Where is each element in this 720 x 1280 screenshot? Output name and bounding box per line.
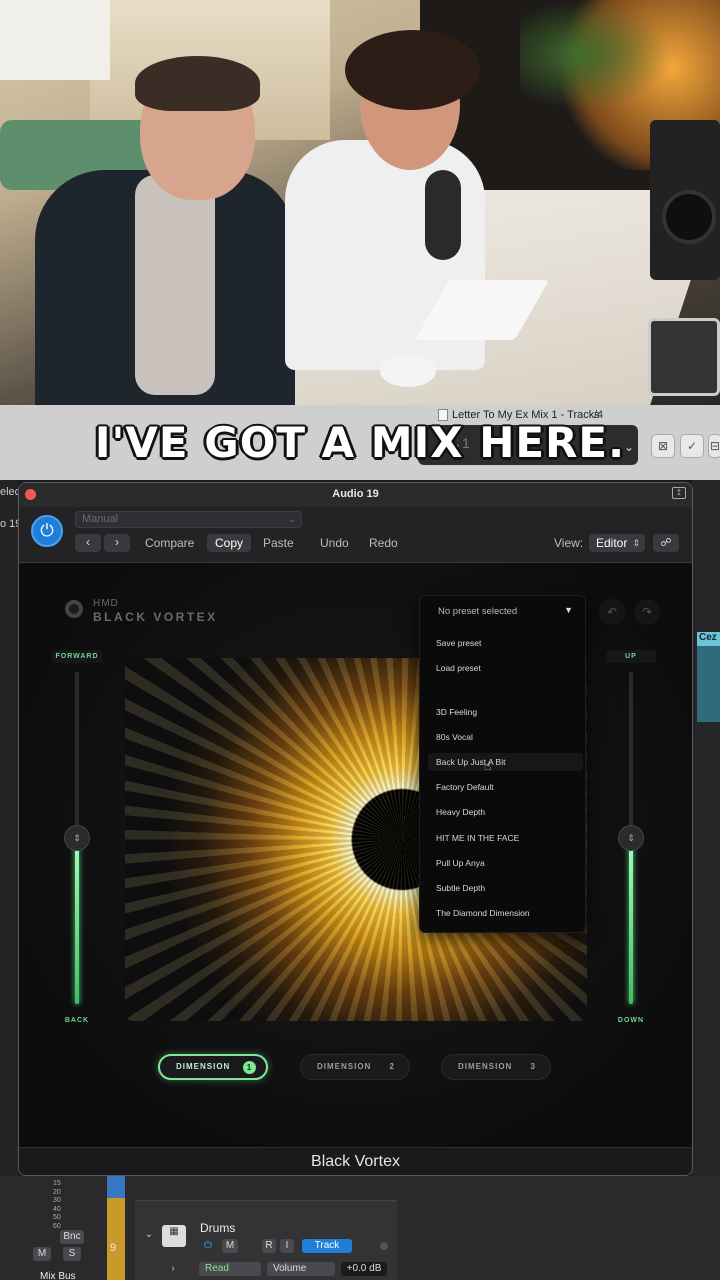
redo-button[interactable]: Redo <box>361 534 406 552</box>
view-select-value: Editor <box>596 536 628 550</box>
paste-button[interactable]: Paste <box>255 534 302 552</box>
preset-menu-item[interactable]: Heavy Depth <box>436 807 485 817</box>
video-caption: I'VE GOT A MIX HERE. <box>93 417 626 469</box>
automation-parameter-select[interactable]: Volume <box>267 1262 335 1276</box>
preset-menu-action[interactable]: Save preset <box>436 638 481 648</box>
preset-select-value: Manual <box>82 513 119 525</box>
meter-scale-tick: 15 <box>53 1180 61 1187</box>
drum-kit-icon[interactable]: ▦ <box>162 1225 186 1247</box>
video-tablet <box>648 318 720 396</box>
dimension-number: 3 <box>530 1062 536 1071</box>
volume-value[interactable]: +0.0 dB <box>341 1262 387 1276</box>
expand-chevron-icon[interactable]: › <box>168 1262 178 1276</box>
preset-menu-item[interactable]: 3D Feeling <box>436 707 477 717</box>
chevron-down-icon: ⌄ <box>288 514 296 524</box>
meter-scale-tick: 20 <box>53 1188 61 1196</box>
preset-dropdown-menu[interactable]: No preset selected ▼ Save preset Load pre… <box>419 595 586 933</box>
track-power-icon[interactable]: ⏻ <box>200 1239 216 1253</box>
track-number: 9 <box>110 1242 117 1254</box>
brand-company: HMD <box>93 598 119 609</box>
track-color-strip-blue <box>107 1176 125 1198</box>
forward-back-slider-fill <box>75 838 79 1004</box>
chevron-updown-icon: ⇕ <box>632 538 640 548</box>
power-icon[interactable]: ⏻ <box>31 515 63 547</box>
plugin-editor: HMD BLACK VORTEX ↶ ↷ FORWARD ⇕ BACK UP ⇕… <box>19 564 692 1149</box>
preset-menu-action[interactable]: Load preset <box>436 663 481 673</box>
view-label: View: <box>554 536 584 550</box>
disclosure-chevron-icon[interactable]: ⌄ <box>142 1228 156 1242</box>
copy-button[interactable]: Copy <box>207 534 252 552</box>
plugin-footer-title: Black Vortex <box>19 1147 692 1175</box>
mixbus-mute-button[interactable]: M <box>33 1247 51 1261</box>
preset-menu-item[interactable]: HIT ME IN THE FACE <box>436 833 519 843</box>
hmd-logo-icon <box>65 600 83 618</box>
track-automation-button[interactable]: Track <box>302 1239 352 1253</box>
link-icon[interactable]: ☍ <box>653 534 679 552</box>
up-down-slider-fill <box>629 838 633 1004</box>
video-microphone <box>425 170 461 260</box>
redo-arrow-icon[interactable]: ↷ <box>634 599 660 625</box>
plugin-titlebar[interactable]: Audio 19 ↥ <box>19 483 692 507</box>
triangle-down-icon: ▼ <box>564 605 573 615</box>
previous-preset-button[interactable]: ‹ <box>75 534 101 552</box>
dimension-number: 1 <box>243 1061 256 1074</box>
forward-label: FORWARD <box>52 650 102 663</box>
video-frame <box>0 0 720 405</box>
record-enable-button[interactable]: R <box>262 1239 276 1253</box>
preset-menu-item[interactable]: Factory Default <box>436 782 494 792</box>
view-select[interactable]: Editor ⇕ <box>589 534 645 552</box>
up-label: UP <box>606 650 656 663</box>
video-speaker <box>650 120 720 280</box>
bus-label: Mix Bus <box>40 1271 76 1280</box>
track-mute-button[interactable]: M <box>222 1239 238 1253</box>
video-person-left <box>35 56 295 405</box>
dimension-label: DIMENSION <box>458 1062 513 1071</box>
screen: Letter To My Ex Mix 1 - Tracks →1 /4 ⌄ ⊠… <box>0 0 720 1280</box>
up-down-slider-handle[interactable]: ⇕ <box>618 825 644 851</box>
next-preset-button[interactable]: › <box>104 534 130 552</box>
track-name: Drums <box>200 1221 236 1235</box>
brand-product: BLACK VORTEX <box>93 610 218 624</box>
compare-button[interactable]: Compare <box>137 534 202 552</box>
automation-mode-select[interactable]: Read <box>199 1262 261 1276</box>
dimension-label: DIMENSION <box>317 1062 372 1071</box>
dimension-label: DIMENSION <box>176 1062 231 1071</box>
window-title: Audio 19 <box>332 488 379 500</box>
forward-back-slider-handle[interactable]: ⇕ <box>64 825 90 851</box>
preset-menu-item[interactable]: Subtle Depth <box>436 883 485 893</box>
meter-scale-tick: 30 <box>53 1197 61 1204</box>
audio-region-label: Cez <box>697 632 720 646</box>
down-label: DOWN <box>617 1017 645 1024</box>
dimension-3-button[interactable]: DIMENSION 3 <box>441 1054 551 1080</box>
preset-menu-item[interactable]: 80s Vocal <box>436 732 473 742</box>
preset-select[interactable]: Manual ⌄ <box>75 511 302 528</box>
meter-scale-tick: 40 <box>53 1205 61 1213</box>
daw-left-panel <box>0 480 18 1280</box>
dimension-number: 2 <box>389 1062 395 1071</box>
preset-menu-item[interactable]: Pull Up Anya <box>436 858 485 868</box>
undo-button[interactable]: Undo <box>312 534 357 552</box>
meter-scale-tick: 60 <box>53 1222 61 1230</box>
meter-scale-tick: 50 <box>53 1214 61 1221</box>
back-label: BACK <box>64 1017 90 1024</box>
dimension-2-button[interactable]: DIMENSION 2 <box>300 1054 410 1080</box>
mixbus-solo-button[interactable]: S <box>63 1247 81 1261</box>
plugin-toolbar: ⏻ Manual ⌄ ‹ › Compare Copy Paste Undo R… <box>19 507 692 563</box>
expand-icon[interactable]: ↥ <box>672 487 686 499</box>
dimension-1-button[interactable]: DIMENSION 1 <box>158 1054 268 1080</box>
preset-menu-header: No preset selected <box>438 606 518 617</box>
input-monitor-button[interactable]: I <box>280 1239 294 1253</box>
bounce-button[interactable]: Bnc <box>60 1230 84 1244</box>
plugin-window: Audio 19 ↥ ⏻ Manual ⌄ ‹ › Compare Copy P… <box>18 482 693 1176</box>
track-status-dot <box>380 1242 388 1250</box>
preset-menu-item[interactable]: The Diamond Dimension <box>436 908 530 918</box>
daw-tracks-area <box>692 480 720 1280</box>
preset-menu-item[interactable]: Back Up Just A Bit <box>436 757 505 767</box>
undo-arrow-icon[interactable]: ↶ <box>599 599 625 625</box>
video-mouse <box>380 355 436 387</box>
